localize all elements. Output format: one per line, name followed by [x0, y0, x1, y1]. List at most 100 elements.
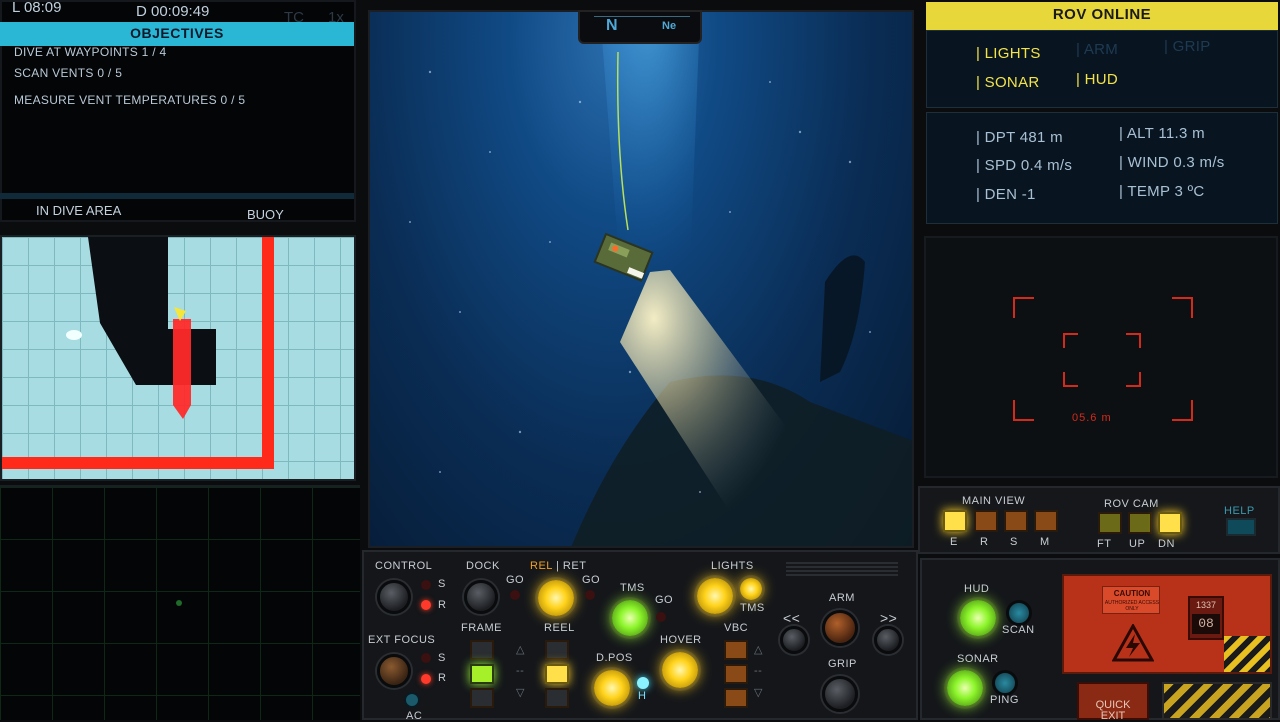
- lights-label: LIGHTS: [711, 560, 754, 572]
- h-label: H: [638, 690, 647, 702]
- main-view-m-button[interactable]: [1034, 510, 1058, 532]
- arm-label: ARM: [829, 592, 855, 604]
- scan-label: SCAN: [1002, 624, 1035, 636]
- rov-cam-dn-button[interactable]: [1158, 512, 1182, 534]
- sonar-indicator: | SONAR: [976, 74, 1040, 91]
- frame-dash: --: [516, 665, 525, 677]
- objective-item: SCAN VENTS 0 / 5: [14, 66, 123, 80]
- speed-readout: | SPD 0.4 m/s: [976, 157, 1073, 174]
- arm-indicator: | ARM: [1076, 41, 1119, 58]
- rov-camera-feed: 05.6 m: [924, 236, 1278, 478]
- vbc-label: VBC: [724, 622, 749, 634]
- frame-down-button[interactable]: [470, 688, 494, 708]
- rov-cam-ft-button[interactable]: [1098, 512, 1122, 534]
- arm-prev-knob[interactable]: [780, 626, 808, 654]
- main-view-s-button[interactable]: [1004, 510, 1028, 532]
- vbc-down-button[interactable]: [724, 688, 748, 708]
- scan-button[interactable]: [1006, 600, 1032, 626]
- rov-cam-ft-label: FT: [1097, 538, 1112, 550]
- rel-label: REL: [530, 560, 553, 572]
- objective-item: DIVE AT WAYPOINTS 1 / 4: [14, 45, 167, 59]
- reel-down-button[interactable]: [545, 688, 569, 708]
- rov-cam-up-button[interactable]: [1128, 512, 1152, 534]
- frame-arrow-up: △: [516, 644, 525, 656]
- main-view-e-button[interactable]: [943, 510, 967, 532]
- dpos-label: D.POS: [596, 652, 633, 664]
- surface-light-shaft: [600, 12, 700, 272]
- control-s-led: [421, 580, 431, 590]
- reel-up-button[interactable]: [545, 640, 569, 660]
- quick-exit-button[interactable]: QUICK EXIT: [1077, 682, 1149, 722]
- dpos-lamp-button[interactable]: [594, 670, 630, 706]
- main-view-label: MAIN VIEW: [962, 495, 1026, 507]
- rov-cam-up-label: UP: [1129, 538, 1146, 550]
- sonar-label: SONAR: [957, 653, 999, 665]
- dive-timer: D 00:09:49: [136, 3, 210, 20]
- main-view-r-label: R: [980, 536, 989, 548]
- vbc-arrow-up: △: [754, 644, 763, 656]
- nav-map[interactable]: [0, 235, 356, 481]
- reel-center-button[interactable]: [545, 664, 569, 684]
- vent-grille: [786, 562, 898, 578]
- frame-center-button[interactable]: [470, 664, 494, 684]
- sonar-lamp-button[interactable]: [947, 670, 983, 706]
- focus-r-led: [421, 674, 431, 684]
- rel-go-label: GO: [582, 574, 601, 586]
- caution-sticker: CAUTION AUTHORIZED ACCESS ONLY: [1102, 586, 1160, 614]
- sonar-grid-display: [0, 485, 360, 720]
- control-r-led: [421, 600, 431, 610]
- ac-button[interactable]: [404, 692, 420, 708]
- grip-knob[interactable]: [822, 676, 858, 712]
- vbc-center-button[interactable]: [724, 664, 748, 684]
- dock-knob[interactable]: [464, 580, 498, 614]
- ping-label: PING: [990, 694, 1019, 706]
- hover-lamp-button[interactable]: [662, 652, 698, 688]
- frame-up-button[interactable]: [470, 640, 494, 660]
- tms-lights-lamp-button[interactable]: [740, 578, 762, 600]
- control-knob[interactable]: [377, 580, 411, 614]
- temperature-readout: | TEMP 3 ºC: [1119, 183, 1205, 200]
- arm-prev-label: <<: [783, 610, 801, 626]
- density-readout: | DEN -1: [976, 186, 1036, 203]
- arm-next-label: >>: [880, 610, 898, 626]
- rock-pillar: [820, 255, 865, 382]
- tms-go-label: GO: [655, 594, 674, 606]
- vbc-up-button[interactable]: [724, 640, 748, 660]
- map-overlay: [2, 237, 274, 469]
- hud-label: HUD: [964, 583, 990, 595]
- hud-lamp-button[interactable]: [960, 600, 996, 636]
- depth-readout: | DPT 481 m: [976, 129, 1063, 146]
- rov-cam-dn-label: DN: [1158, 538, 1175, 550]
- dock-go-label: GO: [506, 574, 525, 586]
- control-s-label: S: [438, 578, 446, 590]
- compass-secondary: Ne: [662, 20, 677, 32]
- main-camera-view[interactable]: [368, 10, 914, 548]
- control-r-label: R: [438, 599, 447, 611]
- help-button[interactable]: [1226, 518, 1256, 536]
- ac-label: AC: [406, 710, 423, 722]
- tms-lamp-button[interactable]: [612, 600, 648, 636]
- ext-focus-knob[interactable]: [377, 654, 411, 688]
- underwater-scene: [409, 12, 912, 546]
- objective-item: MEASURE VENT TEMPERATURES 0 / 5: [14, 93, 246, 107]
- dive-area-status: IN DIVE AREA: [36, 203, 122, 218]
- high-voltage-icon: [1112, 624, 1154, 662]
- reel-label: REEL: [544, 622, 575, 634]
- arm-next-knob[interactable]: [874, 626, 902, 654]
- ping-button[interactable]: [992, 670, 1018, 696]
- range-readout: 05.6 m: [1072, 412, 1112, 424]
- arm-knob[interactable]: [822, 610, 858, 646]
- help-label: HELP: [1224, 505, 1255, 517]
- hover-label: HOVER: [660, 634, 702, 646]
- vbc-dash: --: [754, 665, 763, 677]
- sonar-contact: [176, 600, 182, 606]
- objectives-header: OBJECTIVES: [0, 22, 354, 46]
- lights-indicator: | LIGHTS: [976, 45, 1041, 62]
- counter-label: 1337: [1195, 600, 1217, 610]
- main-view-r-button[interactable]: [974, 510, 998, 532]
- quick-exit-label: QUICK EXIT: [1095, 699, 1131, 722]
- lights-lamp-button[interactable]: [697, 578, 733, 614]
- frame-arrow-down: ▽: [516, 687, 525, 699]
- rov-cam-label: ROV CAM: [1104, 498, 1159, 510]
- rel-ret-lamp-button[interactable]: [538, 580, 574, 616]
